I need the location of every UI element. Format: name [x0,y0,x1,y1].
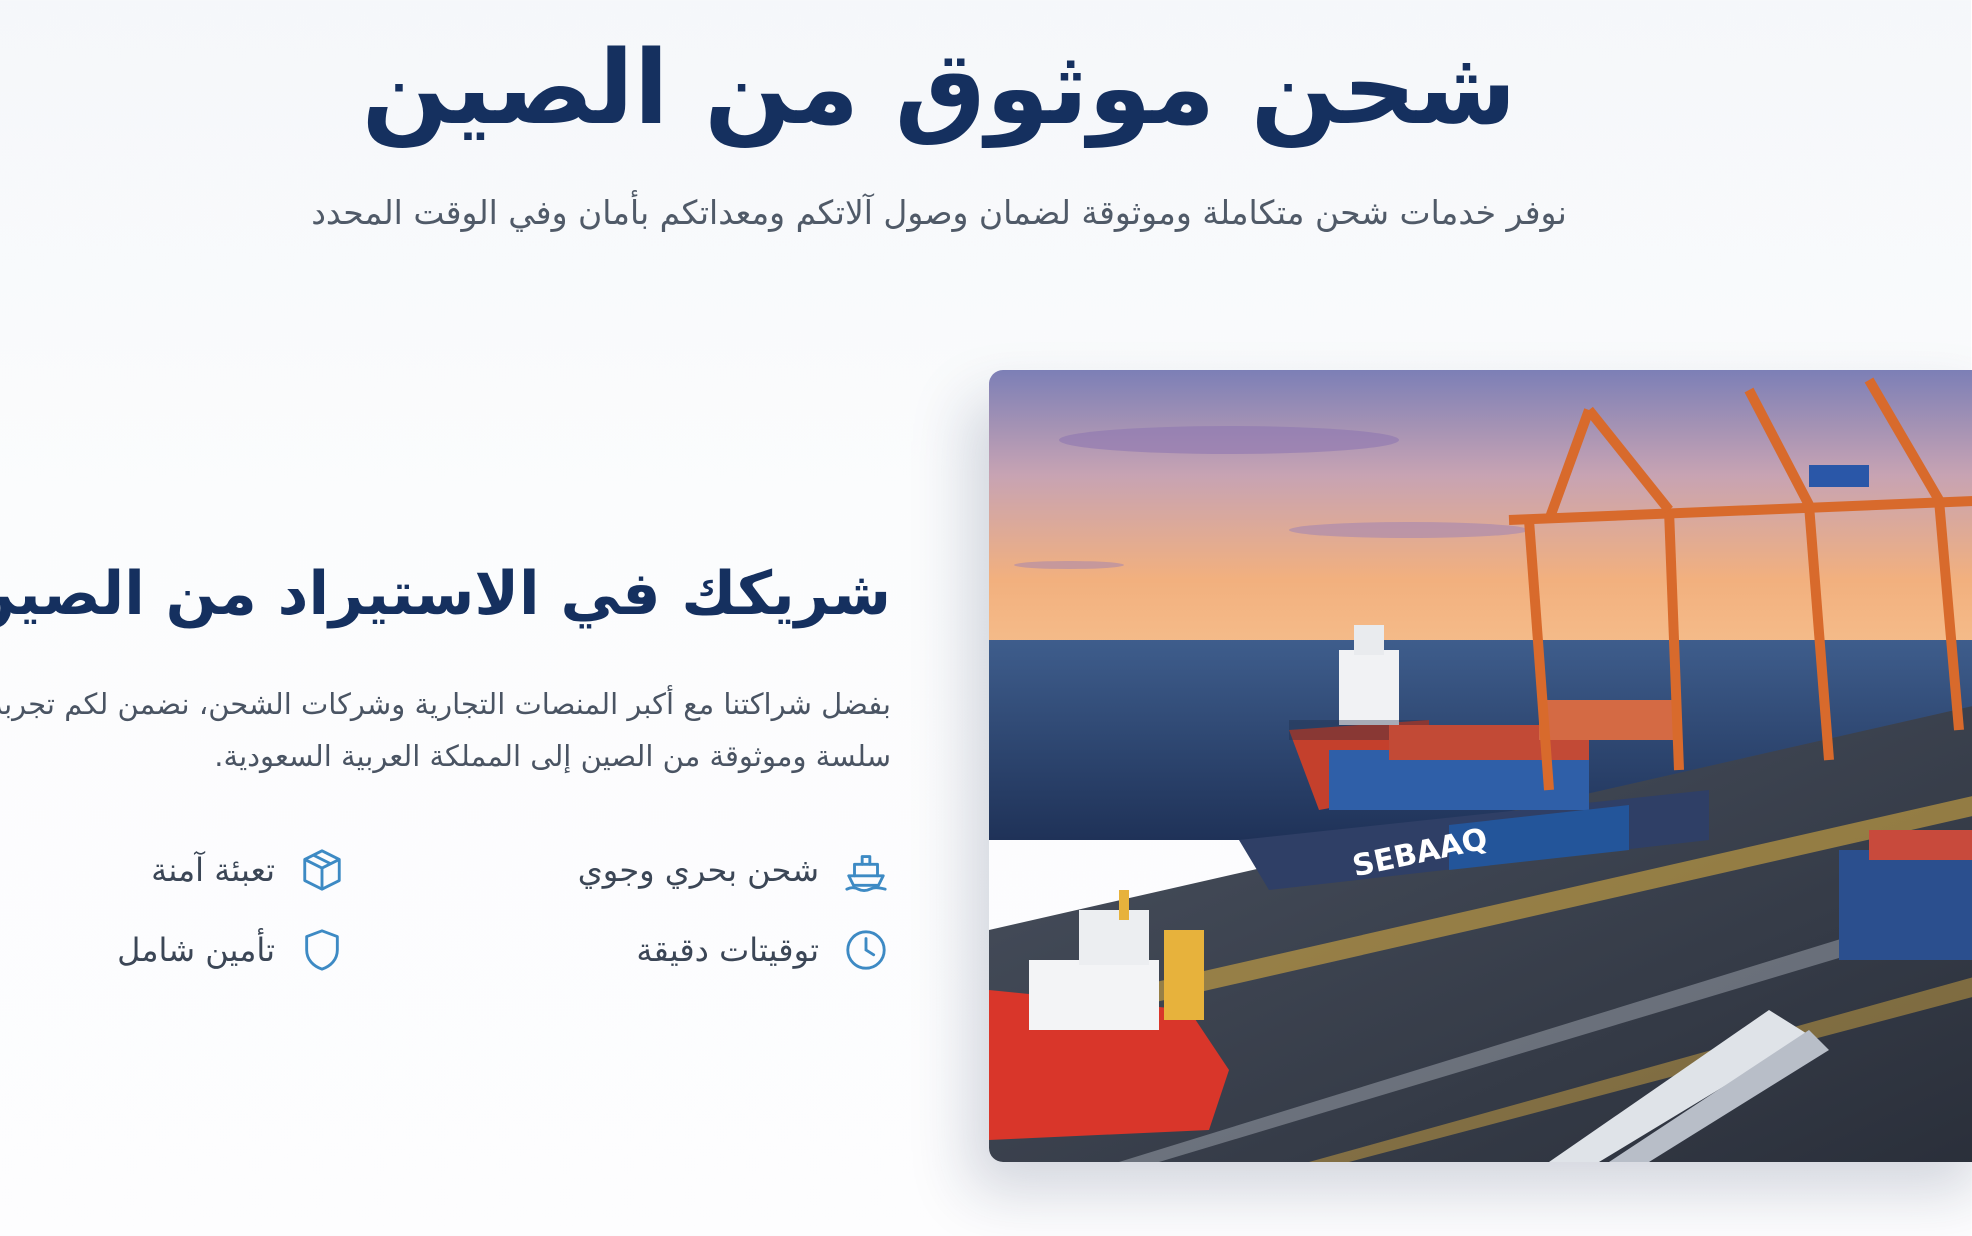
port-cargo-photo: SEBAAQ [990,370,1972,1162]
section-description: بفضل شراكتنا مع أكبر المنصات التجارية وش… [0,678,892,782]
feature-label: تعبئة آمنة [152,851,276,889]
feature-label: تأمين شامل [118,931,276,969]
ship-icon [842,845,892,895]
feature-secure-packaging: تعبئة آمنة [152,840,348,900]
hero-subtitle: نوفر خدمات شحن متكاملة وموثوقة لضمان وصو… [312,193,1568,232]
hero-title: شحن موثوق من الصين [362,29,1518,148]
feature-full-insurance: تأمين شامل [118,920,348,980]
section-title: شريكك في الاستيراد من الصين [0,559,892,629]
shield-icon [298,925,348,975]
feature-accurate-timing: توقيتات دقيقة [637,920,892,980]
package-box-icon [298,845,348,895]
feature-label: توقيتات دقيقة [637,931,820,969]
feature-sea-air-shipping: شحن بحري وجوي [579,840,892,900]
section-description-line-1: بفضل شراكتنا مع أكبر المنصات التجارية وش… [0,687,892,721]
feature-label: شحن بحري وجوي [578,851,820,889]
section-description-line-2: سلسة وموثوقة من الصين إلى المملكة العربي… [215,739,892,773]
clock-icon [842,925,892,975]
